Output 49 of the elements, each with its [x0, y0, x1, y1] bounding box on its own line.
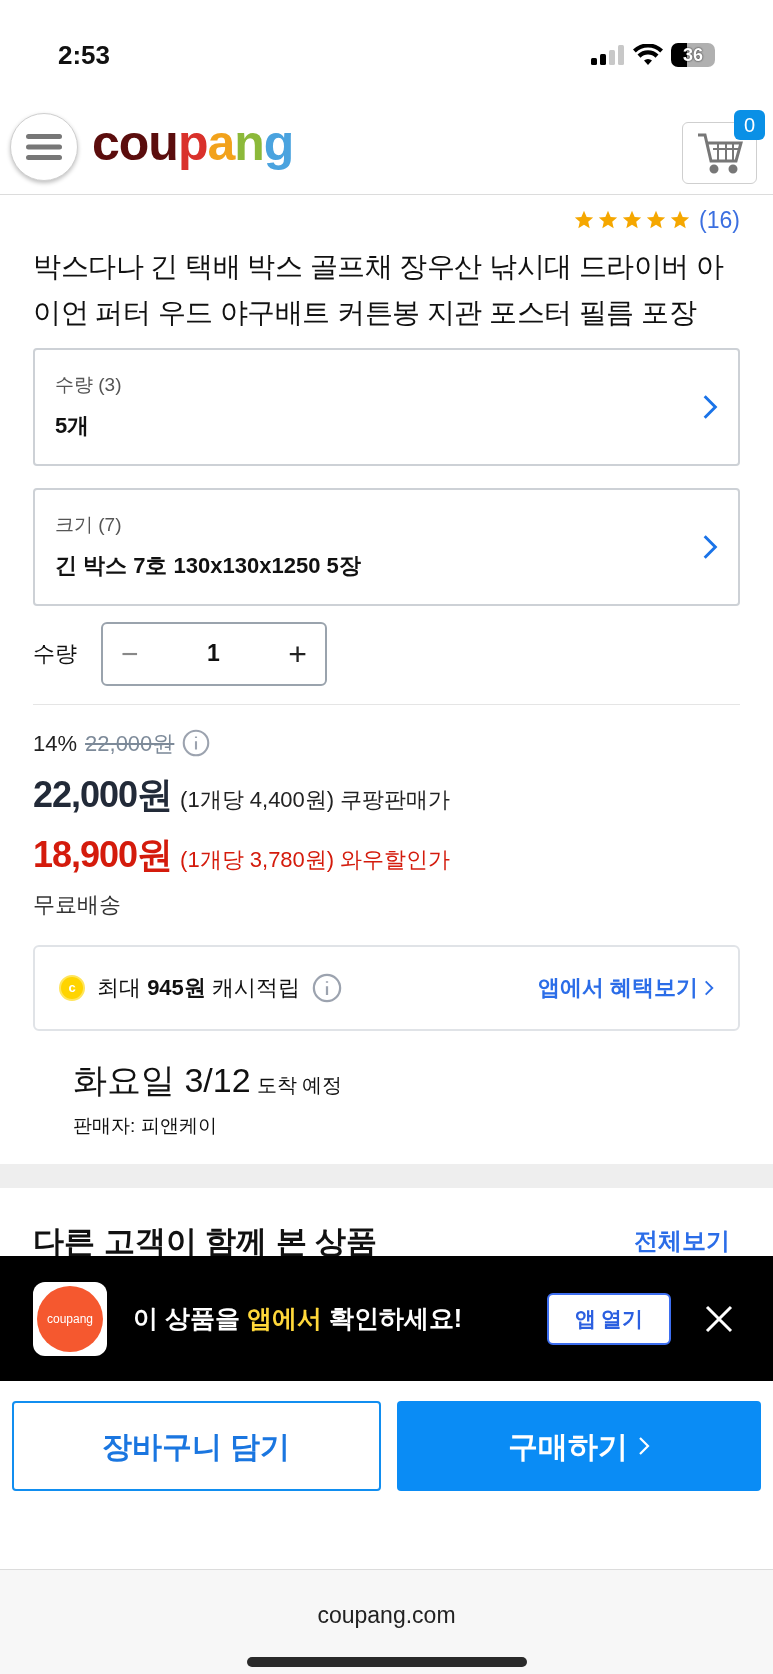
- member-price: 18,900원: [33, 832, 173, 877]
- menu-icon: [26, 132, 62, 162]
- buy-now-button[interactable]: 구매하기: [396, 1401, 761, 1491]
- cashback-text: 최대 945원 캐시적립: [97, 974, 300, 1002]
- option-label: 크기 (7): [55, 512, 123, 537]
- cart-count-badge: 0: [733, 110, 765, 140]
- review-count-link[interactable]: (16): [699, 203, 740, 238]
- quantity-value: 1: [207, 639, 220, 669]
- view-all-link[interactable]: 전체보기: [634, 1226, 740, 1256]
- app-banner-message: 이 상품을 앱에서 확인하세요!: [133, 1302, 463, 1334]
- option-label: 수량 (3): [55, 372, 122, 397]
- info-icon[interactable]: [311, 972, 342, 1003]
- increase-button[interactable]: +: [288, 629, 307, 678]
- close-icon[interactable]: [705, 1304, 733, 1333]
- url-text: coupang.com: [317, 1601, 456, 1630]
- coin-icon: c: [59, 974, 85, 1001]
- delivery-note: 도착 예정: [256, 1072, 343, 1098]
- logo[interactable]: coupang: [92, 118, 294, 176]
- quantity-stepper[interactable]: − 1 +: [101, 621, 327, 686]
- menu-button[interactable]: [10, 113, 78, 181]
- option-selector[interactable]: 수량 (3) 5개: [33, 347, 740, 466]
- decrease-button[interactable]: −: [121, 631, 139, 676]
- chevron-right-icon: [637, 1435, 650, 1457]
- signal-icon: [591, 45, 625, 65]
- quantity-label: 수량: [33, 640, 77, 668]
- original-price: 22,000원: [85, 729, 175, 758]
- option-selector[interactable]: 크기 (7) 긴 박스 7호 130x130x1250 5장: [33, 487, 740, 606]
- product-title: 박스다나 긴 택배 박스 골프채 장우산 낚시대 드라이버 아이언 퍼터 우드 야구배트 커튼봉 지관 포스터 필름 포장: [33, 249, 725, 330]
- unit-price-note: (1개당 4,400원) 쿠팡판매가: [180, 785, 451, 814]
- wifi-icon: [633, 44, 663, 66]
- cart-icon: [695, 131, 744, 175]
- chevron-right-icon: [702, 392, 718, 421]
- chevron-right-icon: [702, 532, 718, 561]
- chevron-right-icon: [704, 978, 714, 997]
- discount-rate: 14%: [33, 729, 78, 758]
- add-to-cart-button[interactable]: 장바구니 담기: [12, 1401, 381, 1491]
- app-benefits-link[interactable]: 앱에서 혜택보기: [537, 971, 714, 1004]
- app-icon[interactable]: coupang: [33, 1281, 107, 1356]
- shipping-info: 무료배송: [33, 890, 122, 919]
- delivery-date: 화요일 3/12: [73, 1059, 251, 1101]
- sale-price: 22,000원: [33, 772, 173, 817]
- open-app-button[interactable]: 앱 열기: [547, 1292, 671, 1345]
- status-time: 2:53: [58, 38, 111, 72]
- info-icon[interactable]: [182, 729, 211, 757]
- app-icon-label: coupang: [46, 1310, 93, 1328]
- option-value: 긴 박스 7호 130x130x1250 5장: [55, 552, 361, 581]
- option-value: 5개: [55, 412, 91, 441]
- member-unit-price-note: (1개당 3,780원) 와우할인가: [180, 845, 451, 874]
- seller-name: 판매자: 피앤케이: [73, 1113, 218, 1138]
